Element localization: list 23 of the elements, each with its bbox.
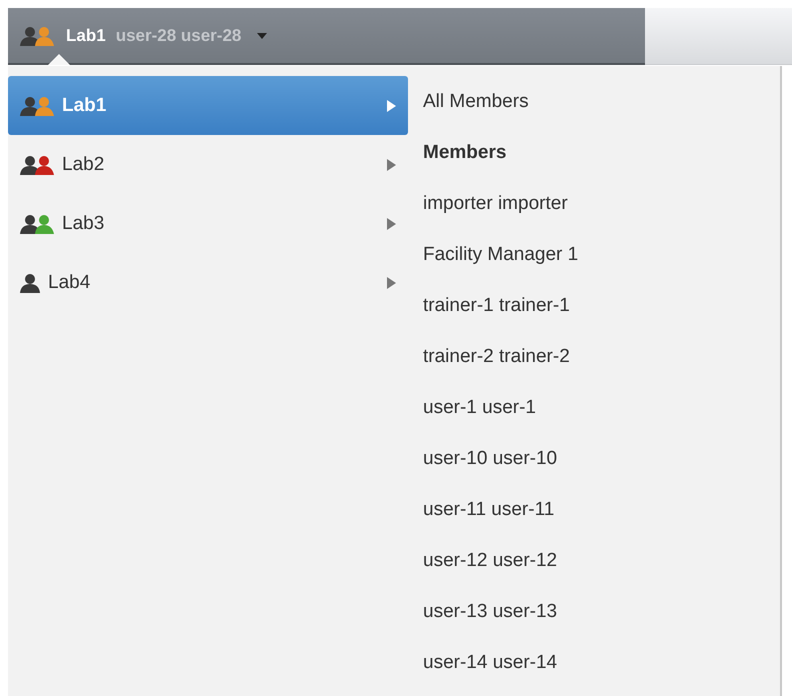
member-menu-item[interactable]: All Members <box>423 76 578 127</box>
member-menu-item[interactable]: Facility Manager 1 <box>423 229 578 280</box>
submenu-arrow-icon <box>387 276 396 288</box>
member-menu-item[interactable]: user-1 user-1 <box>423 382 578 433</box>
submenu-arrow-icon <box>387 158 396 170</box>
submenu-arrow-icon <box>387 218 396 230</box>
member-menu-item[interactable]: user-12 user-12 <box>423 535 578 586</box>
member-menu-item[interactable]: user-11 user-11 <box>423 484 578 535</box>
person-icon <box>20 272 42 292</box>
member-menu-item[interactable]: trainer-2 trainer-2 <box>423 331 578 382</box>
group-menu-item[interactable]: Lab2 <box>8 135 408 194</box>
group-menu-item[interactable]: Lab4 <box>8 253 408 312</box>
member-menu-item[interactable]: user-10 user-10 <box>423 433 578 484</box>
member-menu-item[interactable]: trainer-1 trainer-1 <box>423 280 578 331</box>
section-header: Members <box>423 140 508 164</box>
group-menu-item[interactable]: Lab3 <box>8 194 408 253</box>
group-name[interactable]: Lab1 <box>66 26 106 46</box>
member-menu-item[interactable]: importer importer <box>423 178 578 229</box>
member-menu-item[interactable]: user-14 user-14 <box>423 637 578 688</box>
submenu-arrow-icon <box>387 100 396 112</box>
member-menu-item[interactable]: user-13 user-13 <box>423 586 578 637</box>
caret-icon[interactable] <box>257 32 268 38</box>
group-menu-item[interactable]: Lab1 <box>8 76 408 135</box>
